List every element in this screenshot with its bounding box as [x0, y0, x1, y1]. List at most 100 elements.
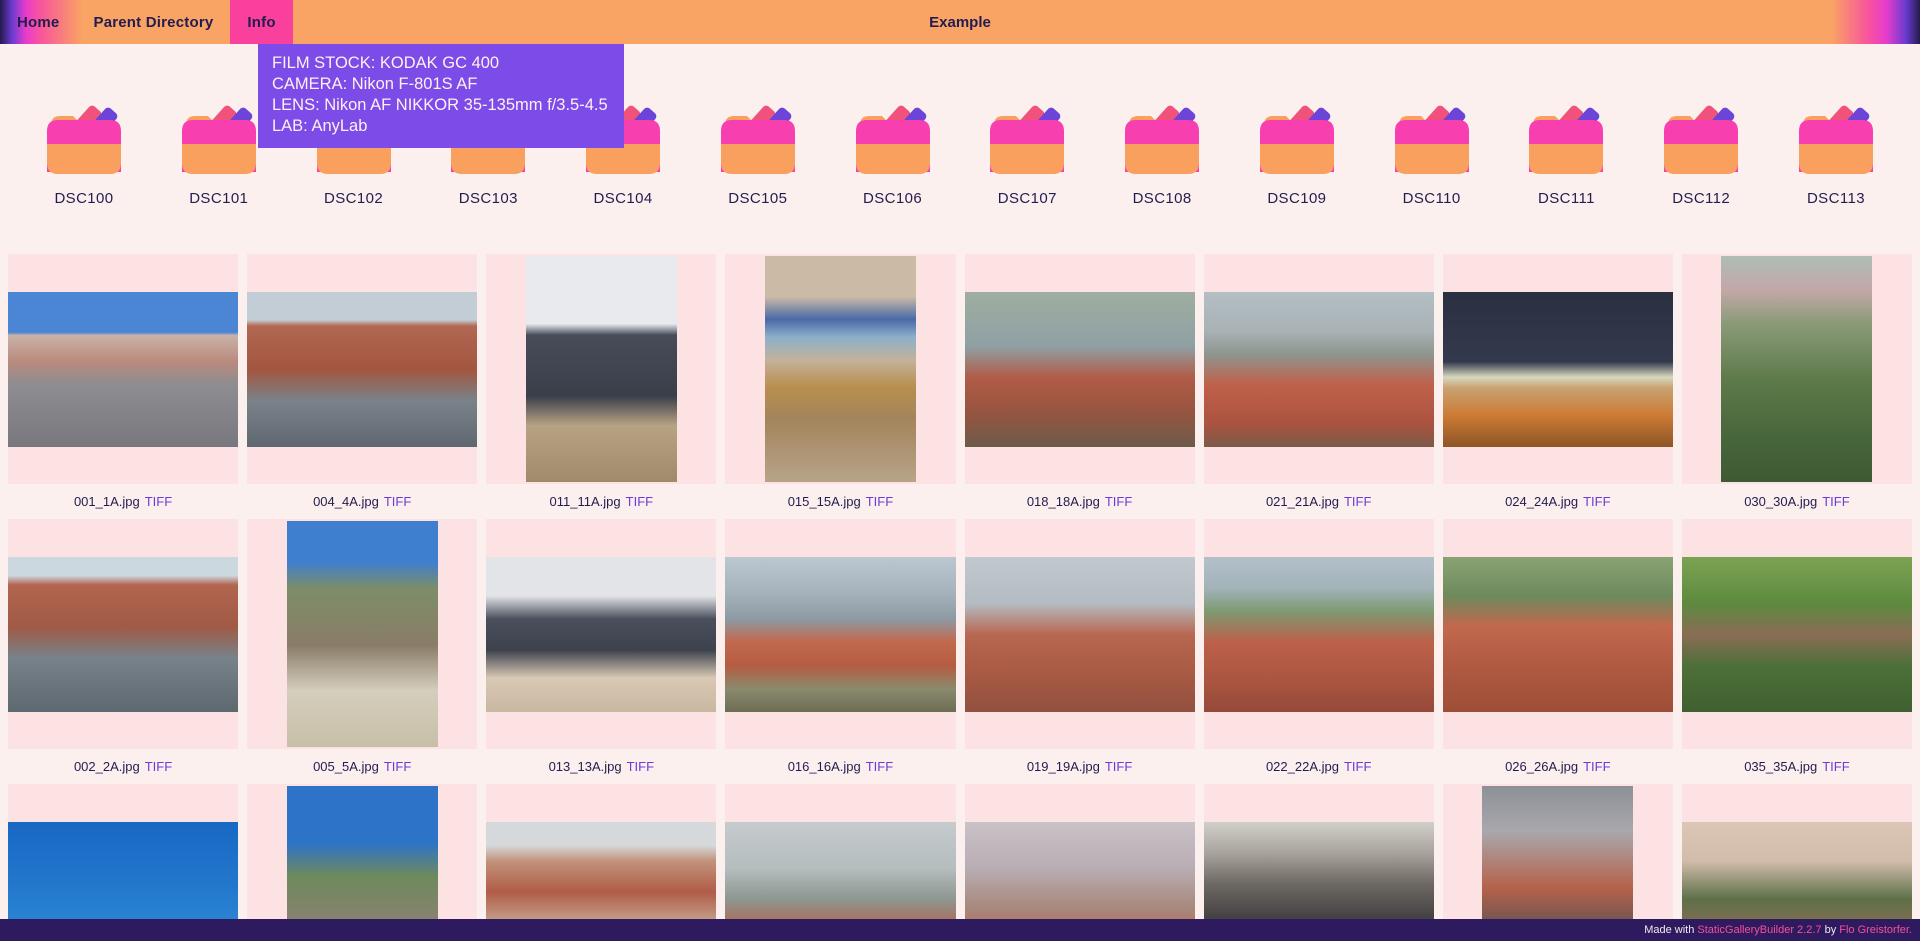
folder-dsc100[interactable]: DSC100	[24, 102, 144, 207]
photo-thumbnail[interactable]	[965, 557, 1195, 712]
gallery-item	[1443, 784, 1673, 941]
folder-dsc109[interactable]: DSC109	[1237, 102, 1357, 207]
photo-thumbnail[interactable]	[765, 256, 916, 482]
folder-label: DSC100	[54, 190, 113, 207]
nav-item-home[interactable]: Home	[0, 0, 76, 44]
thumbnail-cell	[1443, 254, 1673, 484]
folder-dsc107[interactable]: DSC107	[967, 102, 1087, 207]
tiff-link[interactable]: TIFF	[866, 759, 893, 774]
tiff-link[interactable]: TIFF	[627, 759, 654, 774]
thumbnail-cell	[1204, 784, 1434, 941]
photo-thumbnail[interactable]	[287, 786, 438, 941]
thumbnail-cell	[1443, 519, 1673, 749]
file-name: 019_19A.jpg	[1027, 759, 1100, 774]
thumbnail-cell	[486, 254, 716, 484]
file-name: 013_13A.jpg	[549, 759, 622, 774]
folder-label: DSC112	[1672, 190, 1730, 207]
tiff-link[interactable]: TIFF	[1583, 494, 1610, 509]
folder-dsc110[interactable]: DSC110	[1372, 102, 1492, 207]
thumbnail-caption: 019_19A.jpg TIFF	[965, 749, 1195, 784]
thumbnail-cell	[247, 784, 477, 941]
thumbnail-cell	[1443, 784, 1673, 941]
folder-label: DSC108	[1133, 190, 1192, 207]
gallery-item	[965, 784, 1195, 941]
tiff-link[interactable]: TIFF	[1344, 494, 1371, 509]
thumbnail-cell	[247, 519, 477, 749]
thumbnail-caption: 022_22A.jpgTIFF	[1204, 749, 1434, 784]
file-name: 026_26A.jpg	[1505, 759, 1578, 774]
tiff-link[interactable]: TIFF	[626, 494, 653, 509]
gallery-item: 019_19A.jpg TIFF	[965, 519, 1195, 784]
gallery-item: 035_35A.jpgTIFF	[1682, 519, 1912, 784]
tiff-link[interactable]: TIFF	[1105, 759, 1132, 774]
thumbnail-cell	[965, 784, 1195, 941]
thumbnail-caption: 001_1A.jpgTIFF	[8, 484, 238, 519]
thumbnail-caption: 016_16A.jpgTIFF	[725, 749, 955, 784]
photo-thumbnail[interactable]	[1204, 292, 1434, 447]
thumbnail-cell	[247, 254, 477, 484]
gallery-item: 004_4A.jpgTIFF	[247, 254, 477, 519]
photo-thumbnail[interactable]	[1721, 256, 1872, 482]
tiff-link[interactable]: TIFF	[145, 494, 172, 509]
thumbnail-caption: 018_18A.jpgTIFF	[965, 484, 1195, 519]
file-name: 024_24A.jpg	[1505, 494, 1578, 509]
folder-dsc105[interactable]: DSC105	[698, 102, 818, 207]
folder-label: DSC106	[863, 190, 922, 207]
nav-item-info[interactable]: Info	[230, 0, 292, 44]
photo-thumbnail[interactable]	[247, 292, 477, 447]
photo-thumbnail[interactable]	[965, 292, 1195, 447]
tooltip-line: CAMERA: Nikon F-801S AF	[272, 74, 608, 95]
footer-author-link[interactable]: Flo Greistorfer.	[1839, 924, 1912, 936]
nav-items: HomeParent DirectoryInfo	[0, 0, 293, 44]
folder-dsc111[interactable]: DSC111	[1506, 102, 1626, 207]
photo-thumbnail[interactable]	[1482, 786, 1633, 941]
tiff-link[interactable]: TIFF	[866, 494, 893, 509]
folder-icon	[42, 102, 126, 174]
photo-thumbnail[interactable]	[526, 256, 677, 482]
gallery-item: 005_5A.jpgTIFF	[247, 519, 477, 784]
photo-thumbnail[interactable]	[486, 557, 716, 712]
thumbnail-cell	[965, 254, 1195, 484]
thumbnail-caption: 035_35A.jpgTIFF	[1682, 749, 1912, 784]
tiff-link[interactable]: TIFF	[1105, 494, 1132, 509]
thumbnail-cell	[8, 519, 238, 749]
gallery-item	[1682, 784, 1912, 941]
folder-icon	[1255, 102, 1339, 174]
photo-thumbnail[interactable]	[8, 557, 238, 712]
thumbnail-caption: 002_2A.jpgTIFF	[8, 749, 238, 784]
photo-thumbnail[interactable]	[287, 521, 438, 747]
thumbnail-caption: 011_11A.jpgTIFF	[486, 484, 716, 519]
photo-thumbnail[interactable]	[1443, 557, 1673, 712]
photo-thumbnail[interactable]	[725, 557, 955, 712]
folder-icon	[177, 102, 261, 174]
photo-thumbnail[interactable]	[1204, 557, 1434, 712]
folder-icon	[851, 102, 935, 174]
photo-thumbnail[interactable]	[1682, 557, 1912, 712]
tiff-link[interactable]: TIFF	[1583, 759, 1610, 774]
tiff-link[interactable]: TIFF	[384, 759, 411, 774]
tiff-link[interactable]: TIFF	[1344, 759, 1371, 774]
photo-thumbnail[interactable]	[8, 292, 238, 447]
folder-label: DSC102	[324, 190, 383, 207]
folder-dsc106[interactable]: DSC106	[833, 102, 953, 207]
tiff-link[interactable]: TIFF	[1822, 759, 1849, 774]
gallery-grid: 001_1A.jpgTIFF 004_4A.jpgTIFF 011_11A.jpgT…	[0, 254, 1920, 941]
folder-label: DSC110	[1403, 190, 1461, 207]
thumbnail-caption: 030_30A.jpgTIFF	[1682, 484, 1912, 519]
folder-dsc108[interactable]: DSC108	[1102, 102, 1222, 207]
photo-thumbnail[interactable]	[1443, 292, 1673, 447]
gallery-item: 030_30A.jpgTIFF	[1682, 254, 1912, 519]
folder-icon	[1659, 102, 1743, 174]
folder-label: DSC101	[189, 190, 248, 207]
footer-builder-link[interactable]: StaticGalleryBuilder 2.2.7	[1697, 924, 1821, 936]
tiff-link[interactable]: TIFF	[1822, 494, 1849, 509]
file-name: 015_15A.jpg	[788, 494, 861, 509]
gallery-item: 011_11A.jpgTIFF	[486, 254, 716, 519]
tiff-link[interactable]: TIFF	[384, 494, 411, 509]
thumbnail-cell	[486, 519, 716, 749]
folder-dsc112[interactable]: DSC112	[1641, 102, 1761, 207]
gallery-item: 002_2A.jpgTIFF	[8, 519, 238, 784]
folder-dsc113[interactable]: DSC113	[1776, 102, 1896, 207]
tiff-link[interactable]: TIFF	[145, 759, 172, 774]
nav-item-parent-directory[interactable]: Parent Directory	[76, 0, 230, 44]
